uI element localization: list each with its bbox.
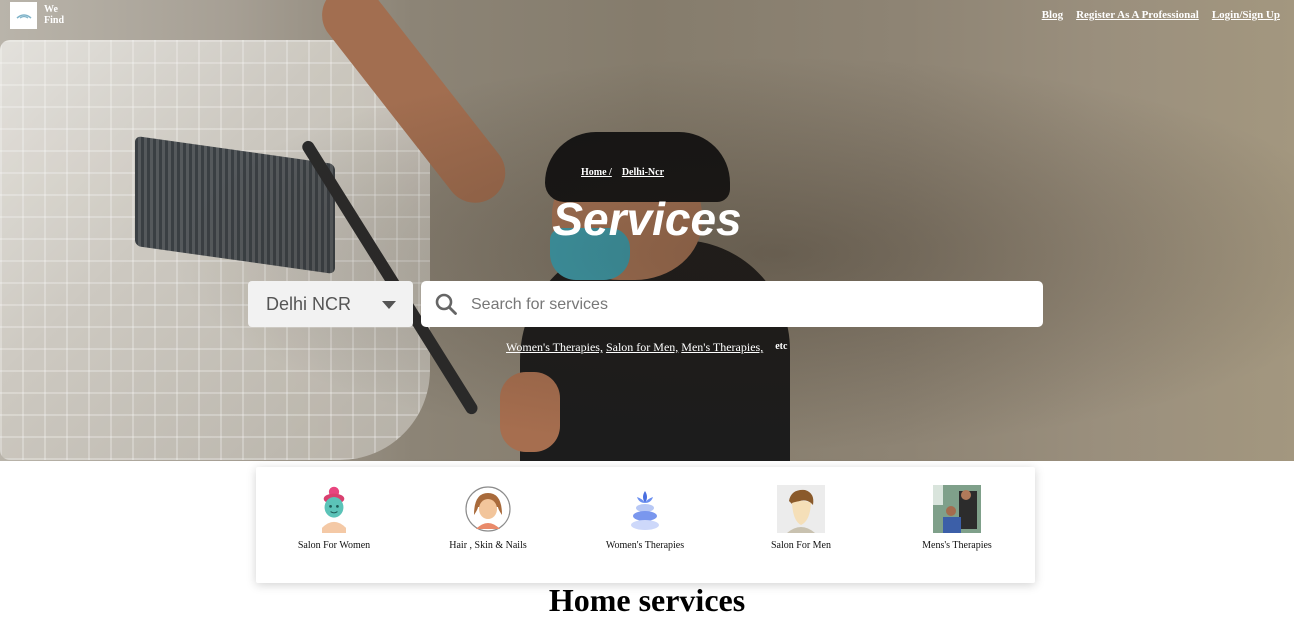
category-label: Salon For Men bbox=[771, 540, 831, 551]
popular-suggestions: Women's Therapies, Salon for Men, Men's … bbox=[506, 340, 787, 355]
suggestion-link-salon-for-men[interactable]: Salon for Men, bbox=[606, 340, 678, 354]
breadcrumb: Home / Delhi-Ncr bbox=[581, 167, 664, 178]
logo-text-line2: Find bbox=[44, 15, 65, 26]
woman-avatar-icon bbox=[465, 486, 511, 532]
category-label: Salon For Women bbox=[297, 540, 371, 551]
category-mens-therapies[interactable]: Mens's Therapies bbox=[887, 485, 1027, 551]
category-salon-for-women[interactable]: Salon For Women bbox=[264, 485, 404, 551]
city-select[interactable]: Delhi NCR bbox=[248, 281, 413, 327]
breadcrumb-current[interactable]: Delhi-Ncr bbox=[622, 167, 664, 178]
category-womens-therapies[interactable]: Women's Therapies bbox=[575, 485, 715, 551]
caret-down-icon[interactable] bbox=[382, 301, 396, 309]
nav-links: Blog Register As A Professional Login/Si… bbox=[1042, 9, 1280, 21]
logo-mark-icon bbox=[16, 13, 31, 19]
breadcrumb-home[interactable]: Home / bbox=[581, 167, 612, 178]
man-avatar-icon bbox=[777, 485, 825, 533]
category-card: Salon For Women Hair , Skin & Nails Wome… bbox=[256, 467, 1035, 583]
lotus-stones-icon bbox=[631, 491, 659, 530]
logo-icon[interactable] bbox=[10, 2, 37, 29]
woman-facial-icon bbox=[322, 486, 346, 533]
barber-photo-icon bbox=[933, 485, 981, 533]
logo-text-line1: We bbox=[44, 4, 58, 15]
top-navbar: We Find Blog Register As A Professional … bbox=[0, 0, 1294, 32]
search-icon bbox=[435, 293, 457, 315]
category-label: Hair , Skin & Nails bbox=[449, 540, 527, 551]
suggestion-link-mens-therapies[interactable]: Men's Therapies, bbox=[681, 340, 763, 354]
search-box[interactable] bbox=[421, 281, 1043, 327]
category-label: Women's Therapies bbox=[605, 540, 685, 551]
logo-text[interactable]: We Find bbox=[44, 4, 64, 26]
search-input[interactable] bbox=[469, 291, 1033, 319]
nav-link-login-signup[interactable]: Login/Sign Up bbox=[1212, 9, 1280, 21]
nav-link-register-professional[interactable]: Register As A Professional bbox=[1076, 9, 1199, 21]
category-salon-for-men[interactable]: Salon For Men bbox=[731, 485, 871, 551]
category-hair-skin-nails[interactable]: Hair , Skin & Nails bbox=[418, 485, 558, 551]
section-title-home-services: Home services bbox=[548, 582, 746, 618]
suggestion-link-womens-therapies[interactable]: Women's Therapies, bbox=[506, 340, 603, 354]
nav-link-blog[interactable]: Blog bbox=[1042, 9, 1063, 21]
page-title: Services bbox=[552, 193, 742, 245]
suggestions-etc: etc bbox=[775, 341, 788, 352]
city-select-value: Delhi NCR bbox=[266, 293, 352, 314]
category-label: Mens's Therapies bbox=[922, 540, 992, 551]
